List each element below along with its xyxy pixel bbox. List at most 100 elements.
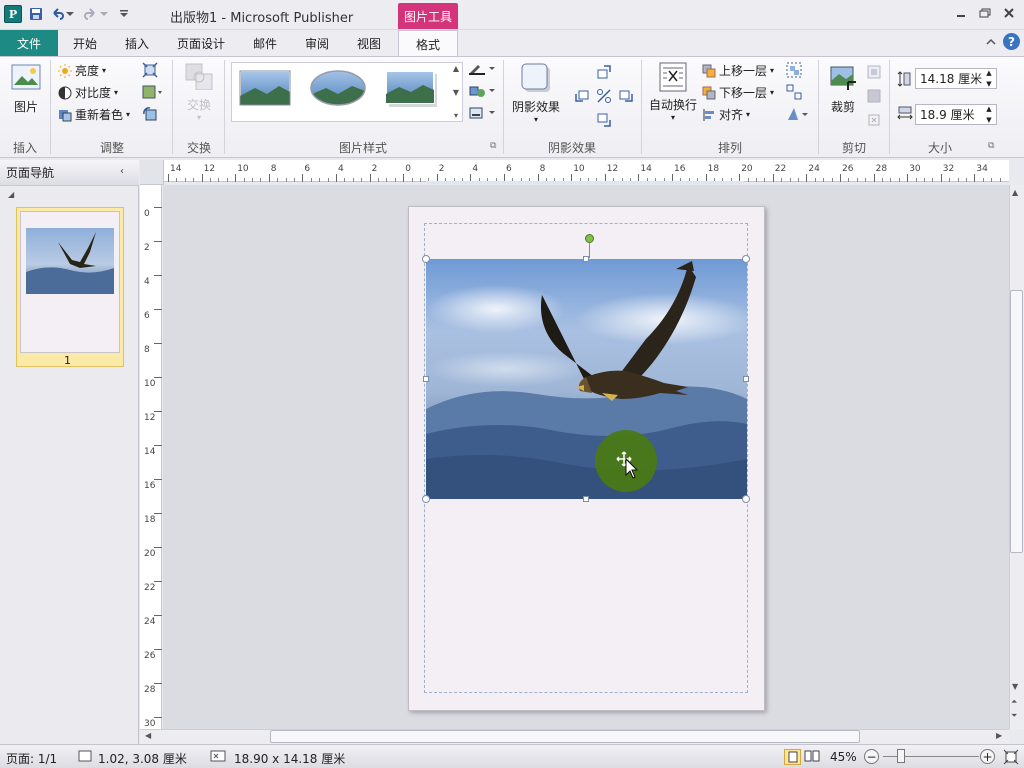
compress-pictures-icon[interactable] xyxy=(142,62,158,81)
contrast-button[interactable]: 对比度 ▾ xyxy=(58,84,118,101)
single-page-view-icon[interactable] xyxy=(784,749,801,765)
tab-home[interactable]: 开始 xyxy=(62,30,108,56)
nudge-left-icon[interactable] xyxy=(574,88,590,107)
scroll-left-icon[interactable]: ◀ xyxy=(145,731,151,740)
save-icon[interactable] xyxy=(26,4,46,24)
resize-handle-top-right[interactable] xyxy=(742,255,750,263)
gallery-down-icon[interactable]: ▼ xyxy=(453,88,459,97)
resize-handle-top[interactable] xyxy=(583,256,589,262)
zoom-level[interactable]: 45% xyxy=(830,750,857,764)
ruler-v-tick xyxy=(154,275,162,276)
tab-mailings[interactable]: 邮件 xyxy=(244,30,286,56)
redo-dropdown-icon[interactable] xyxy=(98,4,110,24)
tab-insert[interactable]: 插入 xyxy=(114,30,160,56)
brightness-button[interactable]: 亮度 ▾ xyxy=(58,62,106,79)
horizontal-ruler[interactable]: 14 12 10 8 6 4 2 0 2 4 6 8 10 12 14 16 18 20 22 24 26 28 30 32 3… xyxy=(164,160,1009,182)
align-button[interactable]: 对齐 ▾ xyxy=(702,106,750,123)
resize-handle-left[interactable] xyxy=(423,376,429,382)
zoom-slider-thumb[interactable] xyxy=(897,749,905,763)
publisher-logo-icon[interactable]: P xyxy=(4,5,22,23)
picture-border-icon[interactable] xyxy=(468,62,496,79)
tab-view[interactable]: 视图 xyxy=(348,30,390,56)
close-icon[interactable] xyxy=(998,4,1020,22)
help-icon[interactable]: ? xyxy=(1003,33,1020,50)
fit-icon[interactable] xyxy=(866,64,882,83)
rotate-icon[interactable] xyxy=(786,106,808,125)
fit-page-icon[interactable] xyxy=(1003,749,1019,768)
dialog-launcher-icon[interactable]: ⧉ xyxy=(988,141,994,151)
previous-page-icon[interactable]: ⏶ xyxy=(1011,697,1017,707)
crop-button[interactable]: 裁剪 xyxy=(824,62,862,118)
ruler-h-minor-tick xyxy=(924,178,925,182)
redo-icon[interactable] xyxy=(80,4,100,24)
minimize-icon[interactable] xyxy=(950,4,972,22)
bring-forward-button[interactable]: 上移一层 ▾ xyxy=(702,62,774,79)
zoom-out-icon[interactable]: − xyxy=(864,749,879,764)
width-spinner[interactable]: ▲ ▼ xyxy=(983,105,995,124)
tab-file[interactable]: 文件 xyxy=(0,30,58,56)
insert-picture-button[interactable]: 图片 xyxy=(6,62,46,118)
tab-review[interactable]: 审阅 xyxy=(296,30,338,56)
ruler-v-tick-label: 30 xyxy=(144,719,156,729)
spin-up-icon[interactable]: ▲ xyxy=(986,69,991,77)
resize-handle-bottom[interactable] xyxy=(583,496,589,502)
change-picture-icon[interactable] xyxy=(142,84,164,103)
shadow-effects-button[interactable]: 阴影效果 ▾ xyxy=(508,62,564,126)
height-spinner[interactable]: ▲ ▼ xyxy=(983,69,995,88)
clear-crop-icon[interactable] xyxy=(866,112,882,131)
ruler-corner[interactable] xyxy=(140,160,164,185)
spin-up-icon[interactable]: ▲ xyxy=(986,105,991,113)
eagle-picture[interactable] xyxy=(426,259,747,499)
ungroup-objects-icon[interactable] xyxy=(786,84,802,103)
swap-button[interactable]: 交换 ▾ xyxy=(180,62,218,122)
next-page-icon[interactable]: ⏷ xyxy=(1011,711,1017,721)
picture-style-2[interactable] xyxy=(308,66,366,110)
horizontal-scroll-thumb[interactable] xyxy=(270,730,860,743)
reset-picture-icon[interactable] xyxy=(142,106,158,125)
resize-handle-bottom-right[interactable] xyxy=(742,495,750,503)
restore-icon[interactable] xyxy=(974,4,996,22)
collapse-pane-icon[interactable]: ‹ xyxy=(120,166,124,177)
expand-section-icon[interactable]: ◢ xyxy=(8,190,14,199)
nudge-right-icon[interactable] xyxy=(618,88,634,107)
dialog-launcher-icon[interactable]: ⧉ xyxy=(490,141,496,151)
gallery-more-icon[interactable]: ▾ xyxy=(454,111,458,120)
resize-handle-bottom-left[interactable] xyxy=(422,495,430,503)
picture-style-3[interactable] xyxy=(382,66,440,110)
style-thumb-oval-icon xyxy=(310,70,366,106)
fill-icon[interactable] xyxy=(866,88,882,107)
resize-handle-right[interactable] xyxy=(743,376,749,382)
size-group-label: 大小 xyxy=(927,141,952,155)
customize-toolbar-icon[interactable] xyxy=(114,4,134,24)
picture-style-1[interactable] xyxy=(236,66,294,110)
vertical-scroll-thumb[interactable] xyxy=(1010,290,1023,553)
tab-format[interactable]: 格式 xyxy=(398,30,458,57)
spin-down-icon[interactable]: ▼ xyxy=(986,116,991,124)
resize-handle-top-left[interactable] xyxy=(422,255,430,263)
gallery-scroll[interactable]: ▲ ▼ ▾ xyxy=(450,64,462,120)
undo-dropdown-icon[interactable] xyxy=(64,4,76,24)
vertical-ruler[interactable]: 0 2 4 6 8 10 12 14 16 18 20 22 24 26 28 30 xyxy=(140,185,162,729)
shadow-toggle-icon[interactable] xyxy=(596,88,612,107)
bring-forward-icon xyxy=(702,64,716,77)
picture-shape-icon[interactable] xyxy=(468,84,496,101)
nudge-down-icon[interactable] xyxy=(596,112,612,131)
gallery-up-icon[interactable]: ▲ xyxy=(453,64,459,73)
ruler-h-tick-label: 0 xyxy=(405,164,411,174)
tab-page-design[interactable]: 页面设计 xyxy=(170,30,232,56)
zoom-in-icon[interactable]: + xyxy=(980,749,995,764)
minimize-ribbon-icon[interactable] xyxy=(985,36,997,50)
scroll-up-icon[interactable]: ▲ xyxy=(1012,188,1018,197)
scroll-down-icon[interactable]: ▼ xyxy=(1012,682,1018,691)
nudge-up-icon[interactable] xyxy=(596,64,612,83)
group-objects-icon[interactable] xyxy=(786,62,802,81)
recolor-button[interactable]: 重新着色 ▾ xyxy=(58,106,130,123)
spin-down-icon[interactable]: ▼ xyxy=(986,80,991,88)
send-backward-button[interactable]: 下移一层 ▾ xyxy=(702,84,774,101)
page-indicator[interactable]: 页面: 1/1 xyxy=(6,750,57,767)
wrap-text-button[interactable]: 自动换行 ▾ xyxy=(646,62,700,126)
rotation-handle[interactable] xyxy=(585,234,594,243)
caption-icon[interactable] xyxy=(468,106,496,123)
two-page-view-icon[interactable] xyxy=(804,750,820,765)
scroll-right-icon[interactable]: ▶ xyxy=(996,731,1002,740)
